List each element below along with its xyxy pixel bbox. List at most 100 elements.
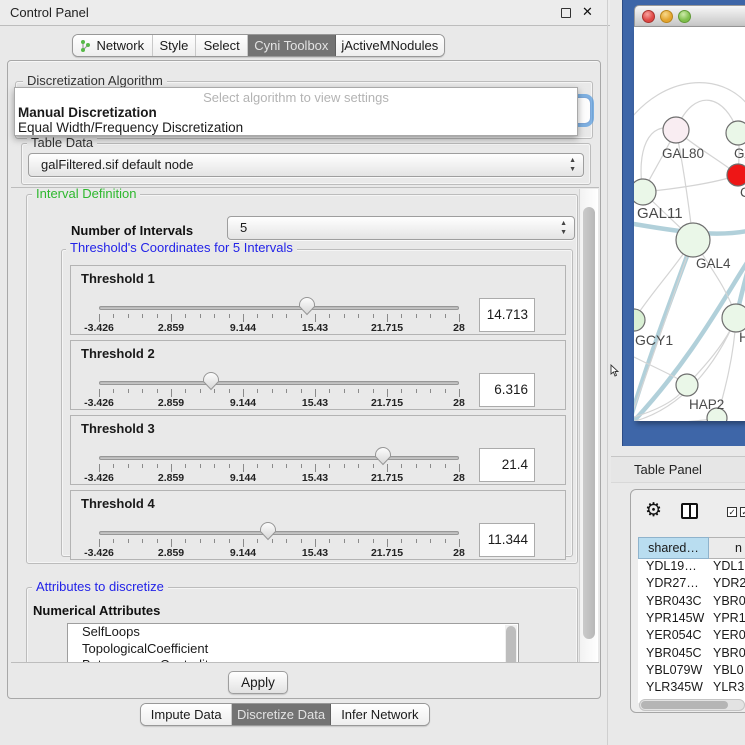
table-row[interactable]: YBR045CYBR0 <box>638 646 745 663</box>
slider-tick-label: 9.144 <box>230 322 256 334</box>
cell-shared-name: YPR145W <box>646 611 704 625</box>
slider-tick-label: 9.144 <box>230 397 256 409</box>
column-header-name[interactable]: n <box>709 537 745 559</box>
table-row[interactable]: YBR043CYBR0 <box>638 594 745 611</box>
threshold-2-slider-handle[interactable] <box>202 371 220 391</box>
checkbox-icon[interactable]: ✓ <box>727 507 737 517</box>
tab-style[interactable]: Style <box>153 35 197 56</box>
table-row[interactable]: YER054CYER0 <box>638 628 745 645</box>
columns-icon[interactable] <box>681 503 698 519</box>
slider-tick <box>113 389 114 393</box>
slider-tick-label: -3.426 <box>84 547 114 559</box>
tab-infer-network[interactable]: Infer Network <box>331 704 429 725</box>
cell-shared-name: YBL079W <box>646 663 702 677</box>
threshold-4-value[interactable]: 11.344 <box>479 523 535 557</box>
slider-tick <box>387 314 388 322</box>
algorithm-option-equal-width[interactable]: Equal Width/Frequency Discretization <box>18 120 243 135</box>
tab-jactivemnodules[interactable]: jActiveMNodules <box>336 35 444 56</box>
network-graph: GAL80 GA C GAL11 GAL4 GCY1 H HAP2 <box>634 27 745 421</box>
node-partial-top-right[interactable] <box>726 121 745 145</box>
thresholds-groupbox: Threshold 1 -3.4262.8599.14415.4321.7152… <box>61 249 573 557</box>
threshold-4-slider-handle[interactable] <box>259 521 277 541</box>
threshold-1-slider-handle[interactable] <box>298 296 316 316</box>
table-data-combo[interactable]: galFiltered.sif default node ▲▼ <box>28 153 584 177</box>
table-panel-title: Table Panel <box>634 457 702 483</box>
checkbox-icon-2[interactable]: ✓ <box>740 507 745 517</box>
tab-cyni-toolbox[interactable]: Cyni Toolbox <box>248 35 336 56</box>
tab-select[interactable]: Select <box>196 35 248 56</box>
node-red-selected[interactable] <box>727 164 745 186</box>
minimize-traffic-light-icon[interactable] <box>660 10 673 23</box>
slider-tick-label: 28 <box>453 322 465 334</box>
node-gcy1[interactable] <box>634 309 645 331</box>
number-of-intervals-spinner[interactable]: 5 ▲▼ <box>227 216 575 240</box>
node-table: shared… n YDL19…YDL1YDR27…YDR2YBR043CYBR… <box>638 537 745 703</box>
attribute-list-item[interactable]: SelfLoops <box>68 624 518 641</box>
node-gal11[interactable] <box>634 179 656 205</box>
threshold-1-label: Threshold 1 <box>81 271 155 286</box>
tab-impute-data[interactable]: Impute Data <box>141 704 232 725</box>
settings-scrollbar-thumb[interactable] <box>583 207 595 639</box>
slider-tick-label: 28 <box>453 397 465 409</box>
table-hscrollbar-thumb[interactable] <box>641 701 728 709</box>
attribute-list-item[interactable]: BetweennessCentrality <box>68 657 518 663</box>
panel-divider[interactable] <box>607 0 608 745</box>
node-hap2[interactable] <box>676 374 698 396</box>
threshold-2-value[interactable]: 6.316 <box>479 373 535 407</box>
threshold-3-value[interactable]: 21.4 <box>479 448 535 482</box>
table-row[interactable]: YLR345WYLR3 <box>638 680 745 697</box>
gear-icon[interactable]: ⚙ <box>645 499 662 522</box>
slider-tick <box>157 464 158 468</box>
threshold-1-value[interactable]: 14.713 <box>479 298 535 332</box>
network-window-titlebar[interactable] <box>634 5 745 27</box>
threshold-3-box: Threshold 3 -3.4262.8599.14415.4321.7152… <box>70 415 566 485</box>
numerical-attributes-list[interactable]: SelfLoopsTopologicalCoefficientBetweenne… <box>67 623 519 663</box>
list-scrollbar-thumb[interactable] <box>506 626 516 663</box>
attribute-list-item[interactable]: TopologicalCoefficient <box>68 641 518 658</box>
float-window-icon[interactable] <box>561 8 571 18</box>
apply-button[interactable]: Apply <box>228 671 288 694</box>
slider-tick <box>128 539 129 543</box>
tab-network[interactable]: Network <box>73 35 153 56</box>
threshold-3-slider-handle[interactable] <box>374 446 392 466</box>
interval-definition-title: Interval Definition <box>32 187 140 201</box>
tab-discretize-data-label: Discretize Data <box>237 707 325 722</box>
cell-name: YBR0 <box>713 646 745 660</box>
close-traffic-light-icon[interactable] <box>642 10 655 23</box>
slider-tick <box>171 314 172 322</box>
slider-tick <box>171 389 172 397</box>
slider-tick-label: 9.144 <box>230 547 256 559</box>
node-gal4[interactable] <box>676 223 710 257</box>
zoom-traffic-light-icon[interactable] <box>678 10 691 23</box>
table-hscrollbar[interactable] <box>639 699 745 711</box>
node-gal80[interactable] <box>663 117 689 143</box>
slider-tick-label: 2.859 <box>158 547 184 559</box>
node-h-partial[interactable] <box>722 304 745 332</box>
tab-discretize-data[interactable]: Discretize Data <box>232 704 330 725</box>
slider-tick <box>445 539 446 543</box>
network-canvas[interactable]: GAL80 GA C GAL11 GAL4 GCY1 H HAP2 <box>634 27 745 421</box>
threshold-2-slider-track[interactable] <box>99 381 459 385</box>
column-header-shared-name[interactable]: shared… <box>638 537 709 559</box>
slider-tick-label: 21.715 <box>371 397 403 409</box>
slider-tick <box>200 539 201 543</box>
cyni-toolbox-panel: Discretization Algorithm Table Data galF… <box>7 60 601 699</box>
threshold-4-slider-track[interactable] <box>99 531 459 535</box>
settings-scrollbar[interactable] <box>579 189 598 663</box>
list-scrollbar[interactable] <box>505 625 517 663</box>
slider-tick-label: -3.426 <box>84 397 114 409</box>
tab-network-label: Network <box>96 38 144 53</box>
close-icon[interactable]: ✕ <box>582 4 593 20</box>
threshold-3-slider-track[interactable] <box>99 456 459 460</box>
threshold-1-slider-track[interactable] <box>99 306 459 310</box>
algorithm-option-manual[interactable]: Manual Discretization <box>18 105 157 120</box>
table-panel: ⚙ ✓ ✓ shared… n YDL19…YDL1YDR27…YDR2YBR0… <box>630 489 745 713</box>
table-row[interactable]: YBL079WYBL0 <box>638 663 745 680</box>
slider-tick <box>459 464 460 472</box>
table-row[interactable]: YDR27…YDR2 <box>638 576 745 593</box>
slider-tick <box>229 464 230 468</box>
slider-tick <box>401 314 402 318</box>
network-icon <box>80 39 91 53</box>
table-row[interactable]: YDL19…YDL1 <box>638 559 745 576</box>
table-row[interactable]: YPR145WYPR1 <box>638 611 745 628</box>
